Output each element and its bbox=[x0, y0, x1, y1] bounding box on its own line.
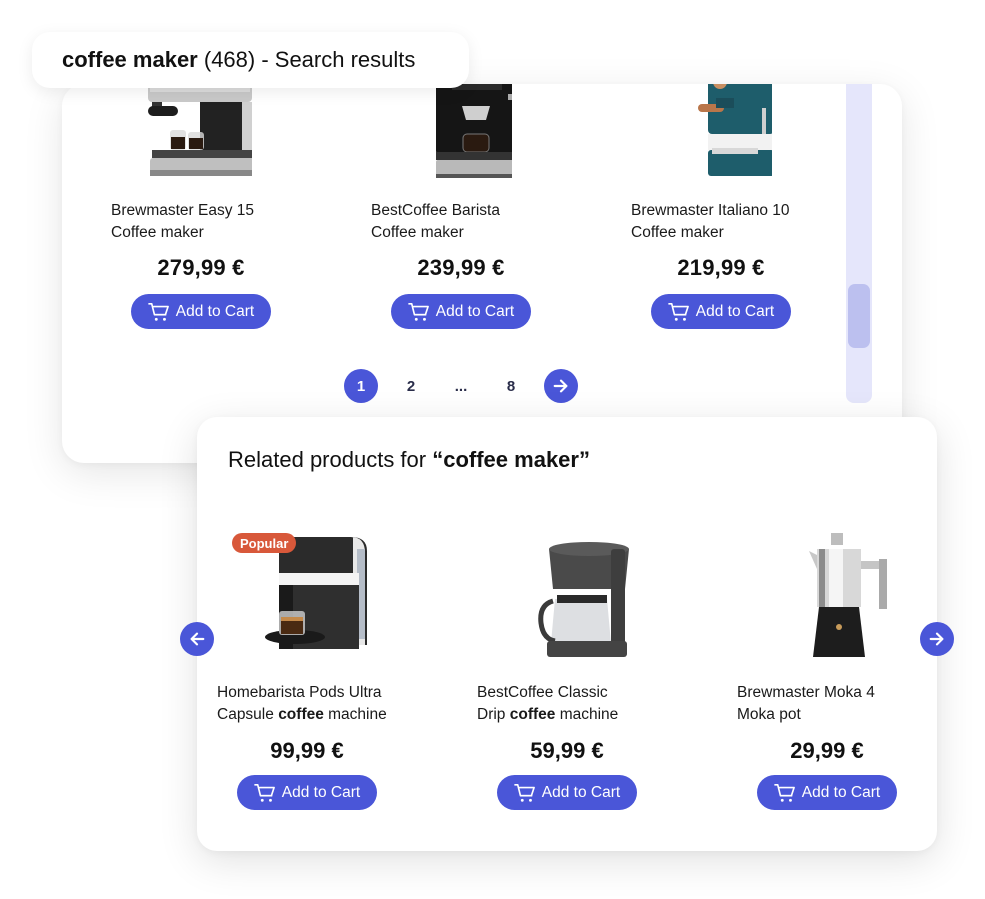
product-name[interactable]: Brewmaster Moka 4 Moka pot bbox=[737, 682, 957, 726]
product-name[interactable]: BestCoffee Barista Coffee maker bbox=[371, 200, 571, 244]
popular-badge: Popular bbox=[232, 533, 297, 553]
arrow-left-icon bbox=[190, 632, 205, 646]
arrow-right-icon bbox=[553, 379, 568, 393]
cart-icon bbox=[513, 783, 535, 802]
carousel-next-button[interactable] bbox=[920, 622, 954, 656]
product-price: 219,99 € bbox=[677, 255, 765, 280]
product-card[interactable]: BestCoffee Barista Coffee maker 239,99 €… bbox=[322, 84, 562, 334]
product-name[interactable]: Brewmaster Italiano 10 Coffee maker bbox=[631, 200, 831, 244]
search-query: coffee maker bbox=[62, 47, 198, 72]
espresso-machine-silver-icon[interactable] bbox=[92, 84, 252, 184]
search-results-panel: Brewmaster Easy 15 Coffee maker 279,99 €… bbox=[62, 84, 902, 463]
product-price: 99,99 € bbox=[270, 738, 344, 763]
moka-pot-icon[interactable] bbox=[737, 529, 897, 669]
page-1-button[interactable]: 1 bbox=[344, 369, 378, 403]
related-product-card[interactable]: BestCoffee Classic Drip coffee machine 5… bbox=[457, 517, 697, 817]
add-to-cart-button[interactable]: Add to Cart bbox=[391, 294, 531, 329]
cart-icon bbox=[667, 302, 689, 321]
related-product-card[interactable]: Popular Homebarista Pods Ultra Capsule c… bbox=[197, 517, 437, 817]
add-to-cart-button[interactable]: Add to Cart bbox=[651, 294, 791, 329]
scrollbar-track[interactable] bbox=[846, 84, 872, 403]
product-price: 279,99 € bbox=[157, 255, 245, 280]
results-grid: Brewmaster Easy 15 Coffee maker 279,99 €… bbox=[62, 84, 842, 344]
product-card[interactable]: Brewmaster Easy 15 Coffee maker 279,99 €… bbox=[62, 84, 302, 334]
add-to-cart-button[interactable]: Add to Cart bbox=[237, 775, 377, 810]
cart-icon bbox=[407, 302, 429, 321]
cart-icon bbox=[147, 302, 169, 321]
product-name[interactable]: Brewmaster Easy 15 Coffee maker bbox=[111, 200, 311, 244]
related-products-panel: Related products for “coffee maker” Popu… bbox=[180, 417, 954, 851]
carousel-prev-button[interactable] bbox=[180, 622, 214, 656]
pagination: 1 2 ... 8 bbox=[344, 369, 578, 403]
cart-icon bbox=[253, 783, 275, 802]
results-count: (468) - Search results bbox=[197, 47, 416, 72]
related-product-card[interactable]: Brewmaster Moka 4 Moka pot 29,99 € Add t… bbox=[717, 517, 957, 817]
pagination-ellipsis: ... bbox=[454, 377, 468, 395]
product-price: 239,99 € bbox=[417, 255, 505, 280]
product-card[interactable]: Brewmaster Italiano 10 Coffee maker 219,… bbox=[582, 84, 822, 334]
search-results-title: coffee maker (468) - Search results bbox=[32, 32, 469, 88]
add-to-cart-button[interactable]: Add to Cart bbox=[497, 775, 637, 810]
espresso-machine-teal-icon[interactable] bbox=[612, 84, 772, 184]
arrow-right-icon bbox=[929, 632, 944, 646]
scrollbar-thumb[interactable] bbox=[848, 284, 870, 348]
add-to-cart-button[interactable]: Add to Cart bbox=[757, 775, 897, 810]
next-page-button[interactable] bbox=[544, 369, 578, 403]
product-name[interactable]: Homebarista Pods Ultra Capsule coffee ma… bbox=[217, 682, 437, 726]
related-products-title: Related products for “coffee maker” bbox=[228, 447, 590, 472]
add-to-cart-button[interactable]: Add to Cart bbox=[131, 294, 271, 329]
product-name[interactable]: BestCoffee Classic Drip coffee machine bbox=[477, 682, 697, 726]
product-price: 29,99 € bbox=[790, 738, 864, 763]
drip-coffee-maker-icon[interactable] bbox=[477, 529, 637, 669]
cart-icon bbox=[773, 783, 795, 802]
page-8-button[interactable]: 8 bbox=[494, 369, 528, 403]
espresso-machine-black-icon[interactable] bbox=[352, 84, 512, 184]
product-price: 59,99 € bbox=[530, 738, 604, 763]
page-2-button[interactable]: 2 bbox=[394, 369, 428, 403]
